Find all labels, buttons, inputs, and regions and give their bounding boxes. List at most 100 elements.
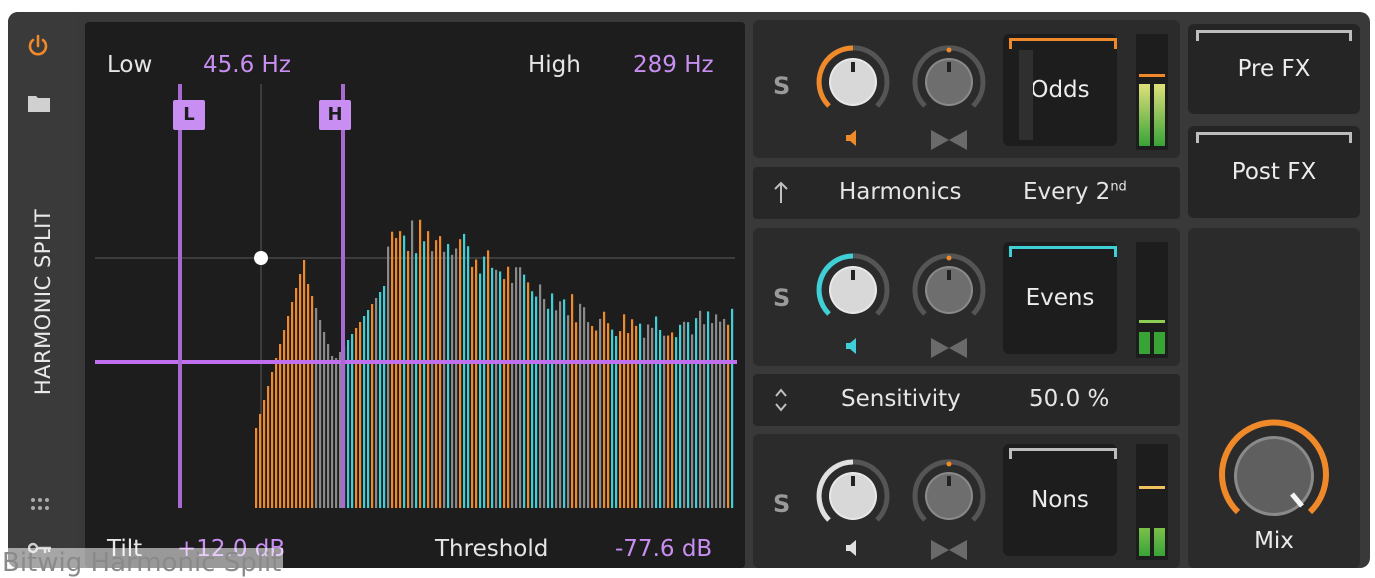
spectrum-bar xyxy=(387,246,390,508)
band-fader-odds xyxy=(1019,50,1033,140)
band-name-evens-label: Evens xyxy=(1025,285,1095,311)
spectrum-bar xyxy=(731,308,734,508)
high-value[interactable]: 289 Hz xyxy=(633,52,714,78)
spectrum-bar xyxy=(707,311,710,508)
spectrum-bar xyxy=(479,273,482,508)
band-name-odds[interactable]: Odds xyxy=(1003,34,1117,146)
spectrum-bar xyxy=(539,284,542,508)
spectrum-bar xyxy=(331,356,334,508)
spectrum-bar xyxy=(411,220,414,508)
spectrum-bar xyxy=(303,260,306,508)
spectrum-bar xyxy=(547,308,550,508)
spectrum-bar xyxy=(511,282,514,508)
spectrum-bar xyxy=(491,267,494,508)
mix-knob-evens[interactable] xyxy=(911,252,987,328)
spectrum-bar xyxy=(563,299,566,508)
speaker-icon-odds[interactable] xyxy=(843,128,863,148)
meter-evens xyxy=(1136,242,1168,358)
spectrum-bar xyxy=(327,344,330,508)
mix-knob-nons[interactable] xyxy=(911,458,987,534)
spectrum-bar xyxy=(311,296,314,508)
threshold-label: Threshold xyxy=(435,536,549,562)
spectrum-bar xyxy=(459,239,462,508)
spectrum-bar xyxy=(279,344,282,508)
spectrum-bar xyxy=(651,327,654,508)
harmonics-value[interactable]: Every 2nd xyxy=(1023,179,1127,205)
threshold-value[interactable]: -77.6 dB xyxy=(615,536,712,562)
spectrum-bar xyxy=(391,231,394,508)
spectrum-bar xyxy=(683,321,686,508)
up-down-icon[interactable] xyxy=(773,386,789,414)
band-color-bar-nons xyxy=(1009,448,1117,459)
pre-fx-button[interactable]: Pre FX xyxy=(1188,24,1360,114)
spectrum-bar xyxy=(543,298,546,508)
folder-icon[interactable] xyxy=(28,94,50,112)
spectrum-bar xyxy=(575,322,578,508)
solo-button-nons[interactable]: S xyxy=(773,490,790,518)
sensitivity-value[interactable]: 50.0 % xyxy=(1029,386,1109,412)
level-knob-odds[interactable] xyxy=(815,44,891,120)
pre-fx-label: Pre FX xyxy=(1237,56,1311,82)
mix-knob[interactable] xyxy=(1214,416,1334,536)
high-line xyxy=(341,84,345,508)
spectrum-bar xyxy=(263,400,266,508)
harmonics-row[interactable]: Harmonics Every 2nd xyxy=(753,167,1180,219)
band-name-evens[interactable]: Evens xyxy=(1003,242,1117,354)
spectrum-bar xyxy=(487,250,490,508)
band-color-bar-evens xyxy=(1009,246,1117,257)
spectrum-bar xyxy=(399,231,402,508)
spectrum-bar xyxy=(579,303,582,508)
level-knob-nons[interactable] xyxy=(815,458,891,534)
spectrum-bar xyxy=(379,292,382,508)
band-odds-panel: S Odds xyxy=(753,20,1180,158)
bowtie-icon-odds[interactable] xyxy=(931,130,967,150)
bowtie-icon-evens[interactable] xyxy=(931,338,967,358)
power-icon[interactable] xyxy=(26,34,50,58)
high-handle[interactable]: H xyxy=(319,100,351,130)
mix-knob-odds[interactable] xyxy=(911,44,987,120)
spectrum-bar xyxy=(435,240,438,508)
spectrum-bar xyxy=(619,331,622,508)
sensitivity-row[interactable]: Sensitivity 50.0 % xyxy=(753,374,1180,426)
spectrum-bar xyxy=(395,238,398,508)
spectrum-bar xyxy=(695,318,698,508)
spectrum-bar xyxy=(275,358,278,508)
spectrum-bar xyxy=(447,243,450,508)
sensitivity-label: Sensitivity xyxy=(841,386,961,412)
spectrum-bar xyxy=(355,328,358,508)
spectrum-bar xyxy=(591,325,594,508)
post-fx-label: Post FX xyxy=(1231,159,1317,185)
spectrum-bar xyxy=(339,352,342,508)
spectrum-bar xyxy=(427,231,430,508)
low-value[interactable]: 45.6 Hz xyxy=(203,52,291,78)
spectrum-bar xyxy=(415,253,418,508)
spectrum-bar xyxy=(607,323,610,508)
solo-button-odds[interactable]: S xyxy=(773,72,790,100)
spectrum-bar xyxy=(587,322,590,508)
spectrum-bar xyxy=(659,329,662,508)
spectrum-bar xyxy=(567,315,570,508)
spectrum-bar xyxy=(639,323,642,508)
spectrum-bar xyxy=(555,310,558,508)
threshold-line xyxy=(95,360,737,364)
spectrum-graph[interactable]: Low 45.6 Hz High 289 Hz Tilt +12.0 dB Th… xyxy=(85,22,745,568)
spectrum-bar xyxy=(407,250,410,508)
harmonic-split-device: HARMONIC SPLIT Low 45.6 Hz High 289 Hz T… xyxy=(8,12,1370,568)
band-nons-panel: S Nons xyxy=(753,434,1180,568)
level-knob-evens[interactable] xyxy=(815,252,891,328)
bowtie-icon-nons[interactable] xyxy=(931,540,967,560)
spectrum-bar xyxy=(475,259,478,508)
spectrum-bar xyxy=(287,316,290,508)
post-fx-button[interactable]: Post FX xyxy=(1188,126,1360,218)
spectrum-bar xyxy=(599,318,602,508)
spectrum-bar xyxy=(719,321,722,508)
mix-panel: Mix xyxy=(1188,228,1360,568)
arrow-up-icon[interactable] xyxy=(773,181,789,205)
grid-dots-icon[interactable] xyxy=(30,496,50,516)
spectrum-bar xyxy=(655,316,658,508)
low-handle[interactable]: L xyxy=(173,100,205,130)
speaker-icon-evens[interactable] xyxy=(843,336,863,356)
band-name-nons[interactable]: Nons xyxy=(1003,444,1117,556)
solo-button-evens[interactable]: S xyxy=(773,284,790,312)
speaker-icon-nons[interactable] xyxy=(843,538,863,558)
